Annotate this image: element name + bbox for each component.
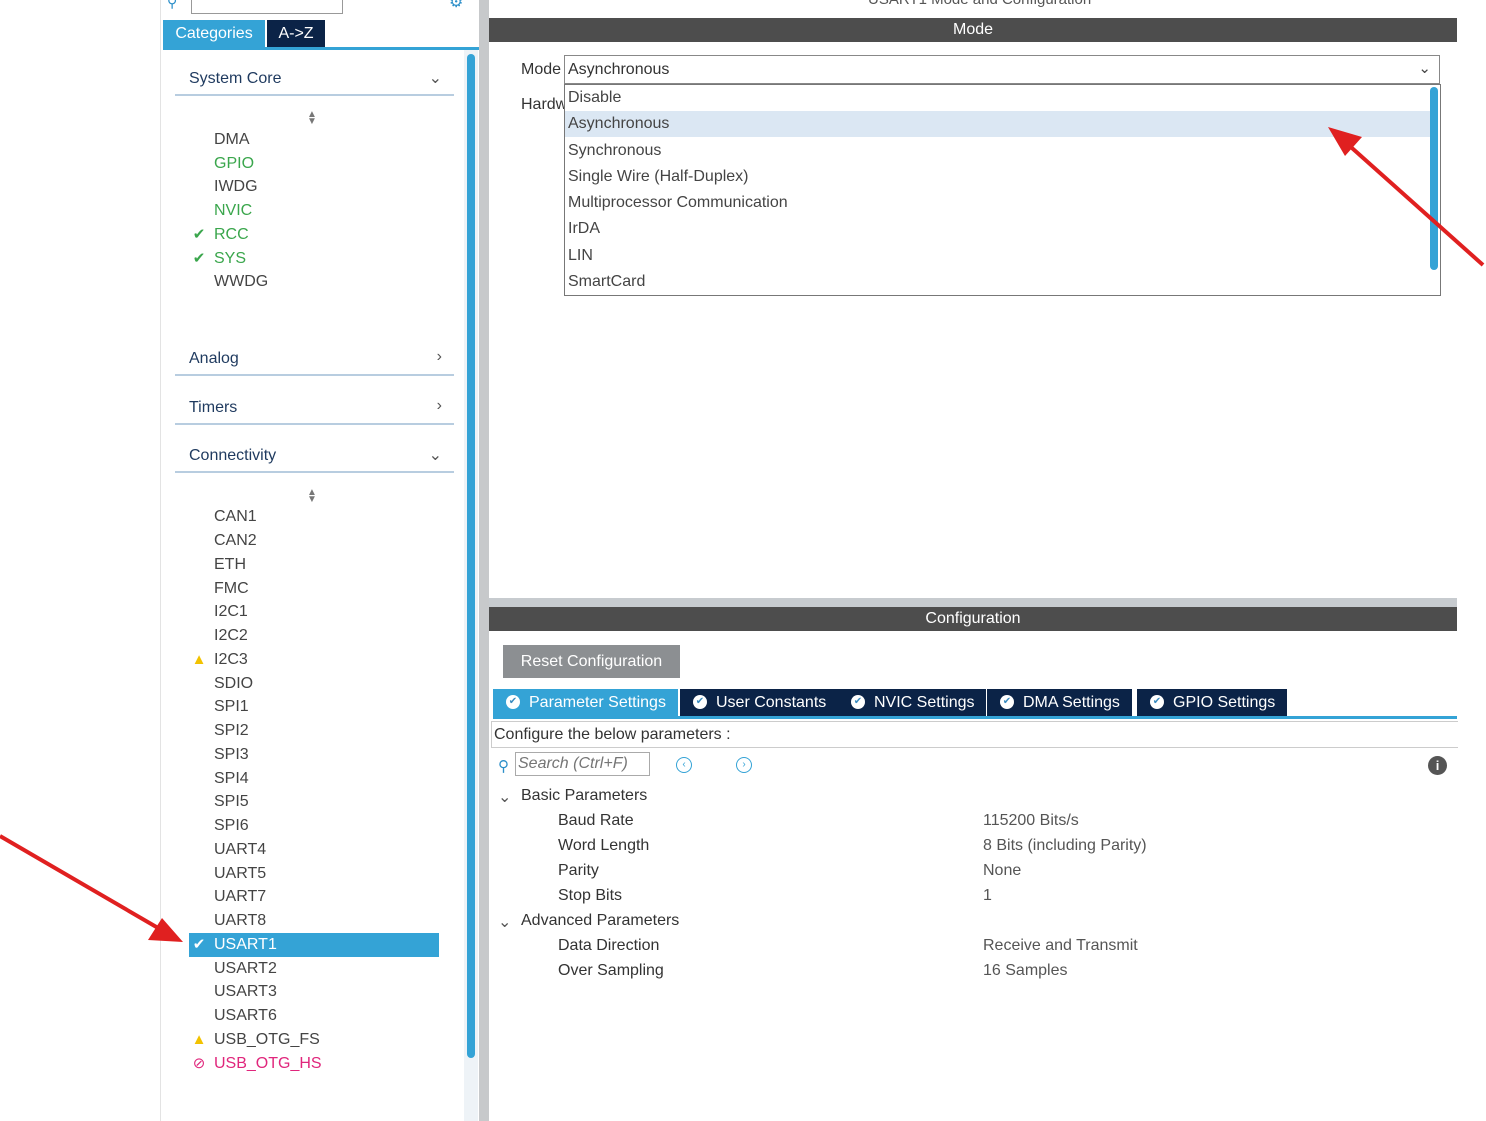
annotation-arrow-dropdown (1328, 127, 1485, 267)
annotation-arrow-usart1 (0, 834, 183, 942)
annotation-arrows (0, 127, 1485, 942)
